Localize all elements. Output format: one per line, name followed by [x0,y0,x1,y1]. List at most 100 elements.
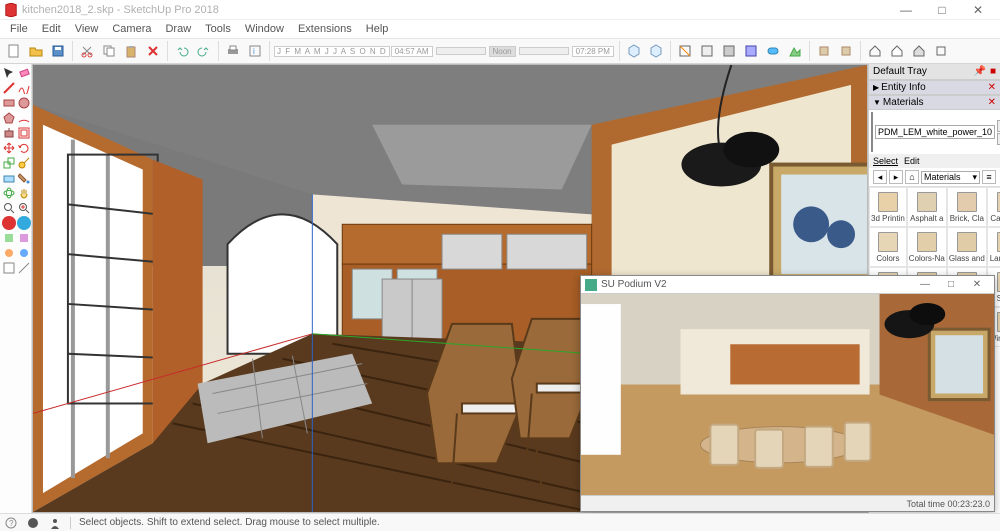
swatch-brick[interactable]: Brick, Cla [947,187,987,227]
extra-tool-3-icon[interactable] [2,246,16,260]
edit-tab[interactable]: Edit [904,156,920,166]
tray-header[interactable]: Default Tray 📌 ■ [869,64,1000,80]
select-tab[interactable]: Select [873,156,898,166]
tape-tool-icon[interactable] [17,156,31,170]
fwd-icon[interactable]: ▸ [889,170,903,184]
back-icon[interactable]: ◂ [873,170,887,184]
style-icon[interactable] [785,41,805,61]
geo-icon[interactable] [26,516,40,530]
model-info-icon[interactable]: i [245,41,265,61]
podium-render-window[interactable]: SU Podium V2 — □ ✕ [580,275,995,512]
time-slider-2[interactable] [519,47,569,55]
swatch-colorsn[interactable]: Colors-Na [907,227,947,267]
swatch-3dprint[interactable]: 3d Printin [869,187,907,227]
swatch-colors[interactable]: Colors [869,227,907,267]
rectangle-tool-icon[interactable] [2,96,16,110]
time-slider[interactable] [436,47,486,55]
menu-tools[interactable]: Tools [199,21,237,37]
box1-icon[interactable] [814,41,834,61]
panel-close-icon[interactable]: ✕ [988,82,996,93]
material-swatch[interactable] [871,112,873,152]
extra-tool-1-icon[interactable] [2,231,16,245]
swatch-landscape[interactable]: Landscap [987,227,1000,267]
pan-tool-icon[interactable] [17,186,31,200]
close-button[interactable]: ✕ [960,0,996,20]
ext-icon[interactable] [931,41,951,61]
tray-close-icon[interactable]: ■ [990,66,996,77]
material-library-combo[interactable]: Materials▾ [921,171,980,184]
warehouse-icon[interactable] [887,41,907,61]
delete-icon[interactable] [143,41,163,61]
redo-icon[interactable] [194,41,214,61]
menu-view[interactable]: View [69,21,105,37]
text-tool-icon[interactable] [2,171,16,185]
cube-icon[interactable] [624,41,644,61]
move-tool-icon[interactable] [2,141,16,155]
maximize-button[interactable]: □ [924,0,960,20]
menu-help[interactable]: Help [360,21,395,37]
share-icon[interactable] [909,41,929,61]
details-icon[interactable]: ≡ [982,170,996,184]
menu-camera[interactable]: Camera [106,21,157,37]
menu-file[interactable]: File [4,21,34,37]
menu-edit[interactable]: Edit [36,21,67,37]
print-icon[interactable] [223,41,243,61]
paste-icon[interactable] [121,41,141,61]
orbit-tool-icon[interactable] [2,186,16,200]
podium-min-icon[interactable]: — [912,279,938,290]
extra-tool-5-icon[interactable] [2,261,16,275]
box2-icon[interactable] [836,41,856,61]
pin-icon[interactable]: 📌 [974,66,986,77]
zoom-tool-icon[interactable] [2,201,16,215]
extra-tool-2-icon[interactable] [17,231,31,245]
extra-tool-6-icon[interactable] [17,261,31,275]
month-strip[interactable]: J F M A M J J A S O N D [274,46,390,57]
open-icon[interactable] [26,41,46,61]
panel-close-icon-2[interactable]: ✕ [988,97,996,108]
save-icon[interactable] [48,41,68,61]
podium-close-icon[interactable]: ✕ [964,279,990,290]
swatch-glass[interactable]: Glass and [947,227,987,267]
home-mat-icon[interactable]: ⌂ [905,170,919,184]
cut-icon[interactable] [77,41,97,61]
materials-panel-header[interactable]: ▼ Materials ✕ [869,95,1000,110]
section-icon[interactable] [675,41,695,61]
section2-icon[interactable] [697,41,717,61]
circle-tool-icon[interactable] [17,96,31,110]
line-tool-icon[interactable] [2,81,16,95]
polygon-tool-icon[interactable] [2,111,16,125]
paint-tool-icon[interactable] [17,171,31,185]
help-icon[interactable]: ? [4,516,18,530]
copy-icon[interactable] [99,41,119,61]
podium-titlebar[interactable]: SU Podium V2 — □ ✕ [581,276,994,294]
undo-icon[interactable] [172,41,192,61]
rotate-tool-icon[interactable] [17,141,31,155]
person-icon[interactable] [48,516,62,530]
zoom-extents-icon[interactable] [17,201,31,215]
offset-tool-icon[interactable] [17,126,31,140]
freehand-tool-icon[interactable] [17,81,31,95]
menu-extensions[interactable]: Extensions [292,21,358,37]
extra-tool-4-icon[interactable] [17,246,31,260]
new-icon[interactable] [4,41,24,61]
home-icon[interactable] [865,41,885,61]
menu-window[interactable]: Window [239,21,290,37]
menu-draw[interactable]: Draw [159,21,197,37]
swatch-asphalt[interactable]: Asphalt a [907,187,947,227]
material-name-field[interactable]: PDM_LEM_white_power_10 [875,125,995,139]
entity-info-panel-header[interactable]: ▶ Entity Info ✕ [869,80,1000,95]
select-tool-icon[interactable] [2,66,16,80]
arc-tool-icon[interactable] [17,111,31,125]
cube2-icon[interactable] [646,41,666,61]
section3-icon[interactable] [719,41,739,61]
swatch-carpet[interactable]: Carpet, F [987,187,1000,227]
xray-tool-icon[interactable] [2,216,16,230]
style-tool-icon[interactable] [17,216,31,230]
minimize-button[interactable]: — [888,0,924,20]
toggle-icon[interactable] [763,41,783,61]
eraser-tool-icon[interactable] [17,66,31,80]
section4-icon[interactable] [741,41,761,61]
podium-max-icon[interactable]: □ [938,279,964,290]
scale-tool-icon[interactable] [2,156,16,170]
pushpull-tool-icon[interactable] [2,126,16,140]
